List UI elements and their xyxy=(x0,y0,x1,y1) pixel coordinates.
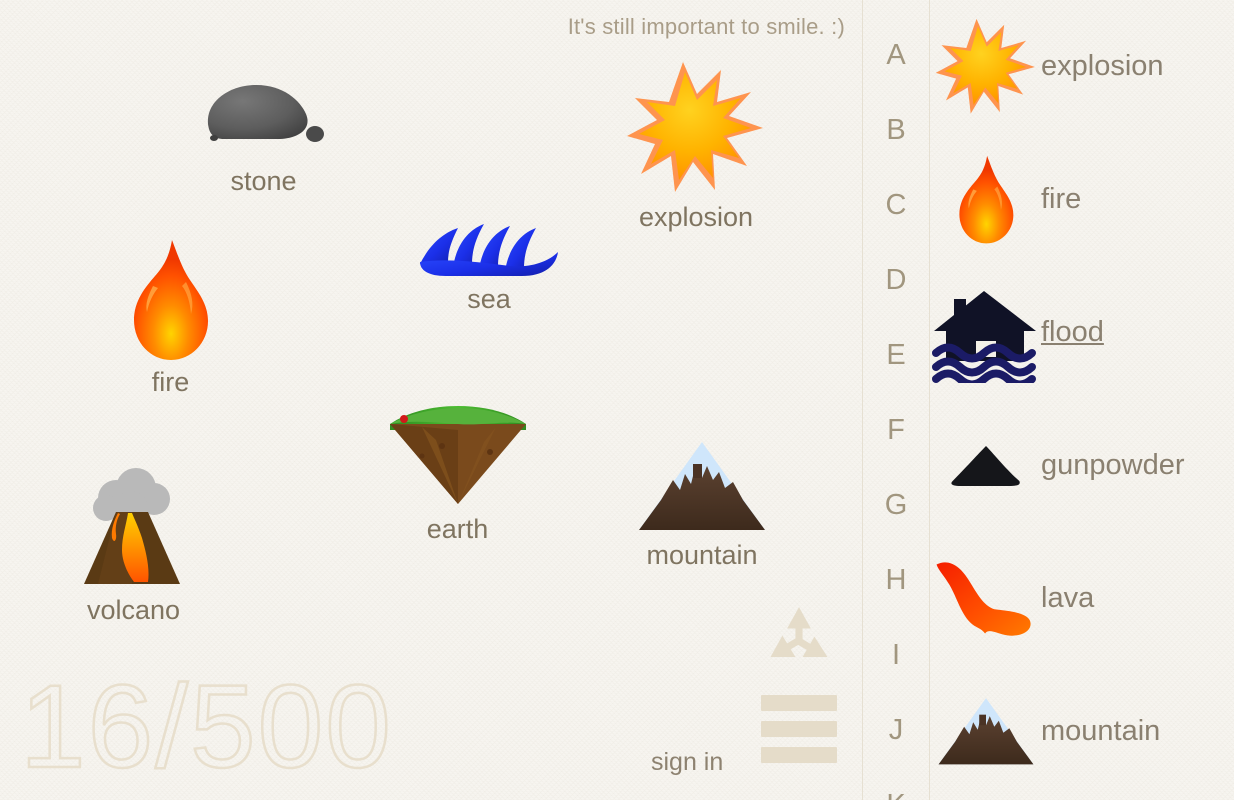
explosion-icon[interactable] xyxy=(625,58,767,198)
workspace-canvas[interactable]: It's still important to smile. :) 16/500… xyxy=(0,0,862,800)
library-item-label: explosion xyxy=(1041,50,1164,82)
alphabet-letter-h[interactable]: H xyxy=(863,543,929,618)
canvas-item-label: stone xyxy=(230,166,297,196)
stone-icon[interactable] xyxy=(196,72,331,162)
alphabet-letter-a[interactable]: A xyxy=(863,18,929,93)
sign-in-button[interactable]: sign in xyxy=(651,748,723,777)
library-item-fire[interactable]: fire xyxy=(931,133,1234,266)
canvas-item-earth[interactable]: earth xyxy=(386,400,529,545)
canvas-item-label: mountain xyxy=(646,540,758,570)
alphabet-letter-i[interactable]: I xyxy=(863,618,929,693)
canvas-item-label: sea xyxy=(467,284,511,314)
library-item-label: fire xyxy=(1041,183,1082,215)
alphabet-index-strip[interactable]: ABCDEFGHIJK xyxy=(862,0,930,800)
library-list: explosion fire flood gunpowder lava moun… xyxy=(931,0,1234,798)
alphabet-letter-f[interactable]: F xyxy=(863,393,929,468)
bottom-toolbar: sign in xyxy=(651,600,851,790)
alphabet-letter-c[interactable]: C xyxy=(863,168,929,243)
gunpowder-icon[interactable] xyxy=(931,411,1041,521)
canvas-item-fire[interactable]: fire xyxy=(128,238,213,398)
mountain-icon[interactable] xyxy=(931,677,1041,787)
alphabet-letter-e[interactable]: E xyxy=(863,318,929,393)
recycle-icon[interactable] xyxy=(761,600,837,676)
sea-icon[interactable] xyxy=(418,218,560,280)
earth-icon[interactable] xyxy=(386,400,529,510)
hamburger-menu-icon[interactable] xyxy=(761,695,837,767)
flood-icon[interactable] xyxy=(931,278,1041,388)
canvas-item-sea[interactable]: sea xyxy=(418,218,560,315)
app-root: It's still important to smile. :) 16/500… xyxy=(0,0,1234,800)
canvas-item-explosion[interactable]: explosion xyxy=(625,58,767,233)
library-item-explosion[interactable]: explosion xyxy=(931,0,1234,133)
menu-bar-2 xyxy=(761,721,837,737)
canvas-item-label: explosion xyxy=(638,202,754,232)
canvas-item-stone[interactable]: stone xyxy=(196,72,331,197)
library-item-flood[interactable]: flood xyxy=(931,266,1234,399)
hint-text: It's still important to smile. :) xyxy=(567,14,845,39)
fire-icon[interactable] xyxy=(128,238,213,363)
fire-icon[interactable] xyxy=(931,145,1041,255)
canvas-item-label: earth xyxy=(426,514,489,544)
library-item-label: flood xyxy=(1041,316,1104,348)
element-library-panel[interactable]: explosion fire flood gunpowder lava moun… xyxy=(931,0,1234,800)
library-item-mountain[interactable]: mountain xyxy=(931,665,1234,798)
volcano-icon[interactable] xyxy=(76,466,191,591)
alphabet-letter-k[interactable]: K xyxy=(863,768,929,800)
canvas-item-label: volcano xyxy=(86,595,181,625)
alphabet-letter-list: ABCDEFGHIJK xyxy=(863,0,929,800)
alphabet-letter-j[interactable]: J xyxy=(863,693,929,768)
canvas-item-volcano[interactable]: volcano xyxy=(76,466,191,626)
library-item-gunpowder[interactable]: gunpowder xyxy=(931,399,1234,532)
canvas-item-mountain[interactable]: mountain xyxy=(633,438,771,571)
alphabet-letter-g[interactable]: G xyxy=(863,468,929,543)
library-item-label: mountain xyxy=(1041,715,1161,747)
element-counter: 16/500 xyxy=(19,661,393,793)
alphabet-letter-b[interactable]: B xyxy=(863,93,929,168)
lava-icon[interactable] xyxy=(931,544,1041,654)
alphabet-letter-d[interactable]: D xyxy=(863,243,929,318)
explosion-icon[interactable] xyxy=(931,12,1041,122)
library-item-label: lava xyxy=(1041,582,1095,614)
menu-bar-3 xyxy=(761,747,837,763)
canvas-item-label: fire xyxy=(151,367,190,397)
mountain-icon[interactable] xyxy=(633,438,771,536)
library-item-lava[interactable]: lava xyxy=(931,532,1234,665)
library-item-label: gunpowder xyxy=(1041,449,1185,481)
menu-bar-1 xyxy=(761,695,837,711)
